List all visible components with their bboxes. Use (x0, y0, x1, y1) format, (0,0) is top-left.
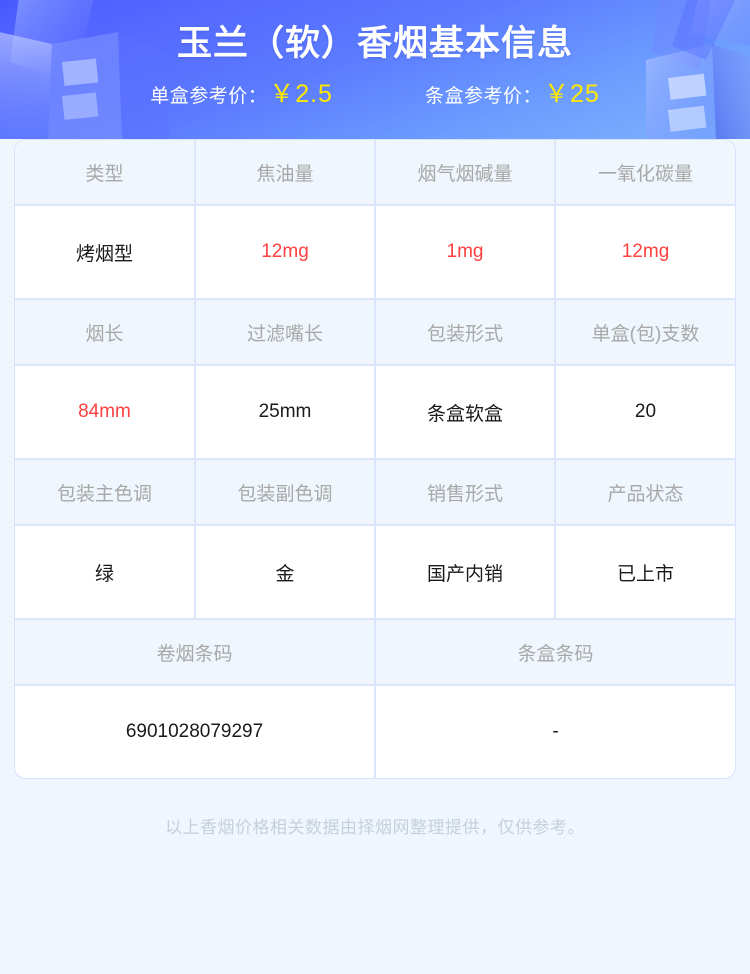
value-text: 20 (634, 401, 657, 422)
table-value-cell: 已上市 (554, 525, 735, 620)
value-text: 12mg (621, 241, 670, 262)
table-value-row: 84mm 25mm 条盒软盒 20 (15, 365, 735, 460)
carton-price-value: ￥25 (543, 79, 600, 108)
table-header-cell: 包装副色调 (194, 459, 375, 526)
value-text: 25mm (258, 401, 312, 422)
table-value-cell: 绿 (15, 525, 195, 620)
value-text: 6901028079297 (125, 721, 264, 742)
table-value-cell: 条盒软盒 (374, 365, 555, 460)
table-header-row: 烟长 过滤嘴长 包装形式 单盒(包)支数 (15, 299, 735, 366)
header-label: 一氧化碳量 (597, 163, 693, 185)
table-value-cell: 国产内销 (374, 525, 555, 620)
header-label: 焦油量 (256, 163, 314, 185)
table-value-cell: 金 (194, 525, 375, 620)
value-text: 已上市 (616, 563, 674, 585)
table-header-row: 类型 焦油量 烟气烟碱量 一氧化碳量 (15, 140, 735, 206)
table-header-cell: 单盒(包)支数 (554, 299, 735, 366)
table-header-cell: 包装形式 (374, 299, 555, 366)
table-header-cell: 一氧化碳量 (554, 140, 735, 206)
single-pack-price-label: 单盒参考价： (150, 85, 268, 107)
spec-card-wrapper: 南方财富网 Southmoney.com 类型 焦油量 烟气烟碱量 一氧化碳量 … (14, 139, 736, 838)
table-header-cell: 条盒条码 (374, 619, 735, 686)
table-value-row: 绿 金 国产内销 已上市 (15, 525, 735, 620)
table-value-cell: 6901028079297 (15, 685, 375, 778)
table-header-row: 卷烟条码 条盒条码 (15, 619, 735, 686)
table-value-cell: 烤烟型 (15, 205, 195, 300)
value-text: 绿 (94, 563, 114, 585)
header-label: 条盒条码 (517, 643, 594, 665)
table-value-cell: 1mg (374, 205, 555, 300)
table-value-cell: 25mm (194, 365, 375, 460)
header-label: 包装主色调 (56, 483, 152, 505)
value-text: 国产内销 (426, 563, 503, 585)
header-label: 过滤嘴长 (246, 323, 323, 345)
table-value-row: 6901028079297 - (15, 685, 735, 778)
table-header-cell: 焦油量 (194, 140, 375, 206)
single-pack-price-value: ￥2.5 (269, 79, 333, 108)
price-row: 单盒参考价： ￥2.5 条盒参考价： ￥25 (0, 74, 750, 110)
table-value-cell: 12mg (554, 205, 735, 300)
value-text: 金 (275, 563, 295, 585)
value-text: - (552, 721, 559, 742)
page-title: 玉兰（软）香烟基本信息 (176, 24, 573, 63)
table-header-cell: 卷烟条码 (15, 619, 375, 686)
value-text: 条盒软盒 (426, 403, 503, 425)
value-text: 1mg (446, 241, 484, 262)
header-label: 烟气烟碱量 (417, 163, 513, 185)
table-header-cell: 包装主色调 (15, 459, 195, 526)
header-label: 销售形式 (426, 483, 503, 505)
footer-disclaimer: 以上香烟价格相关数据由择烟网整理提供，仅供参考。 (165, 818, 585, 837)
carton-price: 条盒参考价： ￥25 (425, 74, 600, 110)
table-header-cell: 产品状态 (554, 459, 735, 526)
cigarette-spec-table: 类型 焦油量 烟气烟碱量 一氧化碳量 烤烟型 12mg 1mg 12mg 烟长 … (15, 140, 735, 778)
table-header-cell: 销售形式 (374, 459, 555, 526)
header-label: 卷烟条码 (156, 643, 233, 665)
table-value-cell: 12mg (194, 205, 375, 300)
header-label: 单盒(包)支数 (591, 323, 700, 345)
table-header-cell: 过滤嘴长 (194, 299, 375, 366)
table-value-cell: - (374, 685, 735, 778)
page-banner: 玉兰（软）香烟基本信息 单盒参考价： ￥2.5 条盒参考价： ￥25 (0, 0, 750, 139)
value-text: 84mm (78, 401, 131, 422)
value-text: 12mg (261, 241, 309, 262)
header-label: 类型 (85, 163, 124, 185)
table-value-row: 烤烟型 12mg 1mg 12mg (15, 205, 735, 300)
header-label: 烟长 (85, 323, 124, 345)
value-text: 烤烟型 (75, 243, 133, 265)
single-pack-price: 单盒参考价： ￥2.5 (150, 74, 333, 110)
table-header-cell: 烟长 (15, 299, 195, 366)
table-header-row: 包装主色调 包装副色调 销售形式 产品状态 (15, 459, 735, 526)
header-label: 包装副色调 (237, 483, 333, 505)
table-header-cell: 类型 (15, 140, 195, 206)
header-label: 包装形式 (426, 323, 503, 345)
table-value-cell: 84mm (15, 365, 195, 460)
table-header-cell: 烟气烟碱量 (374, 140, 555, 206)
spec-card: 南方财富网 Southmoney.com 类型 焦油量 烟气烟碱量 一氧化碳量 … (14, 139, 736, 779)
carton-price-label: 条盒参考价： (424, 85, 542, 107)
table-value-cell: 20 (554, 365, 735, 460)
header-label: 产品状态 (607, 483, 684, 505)
